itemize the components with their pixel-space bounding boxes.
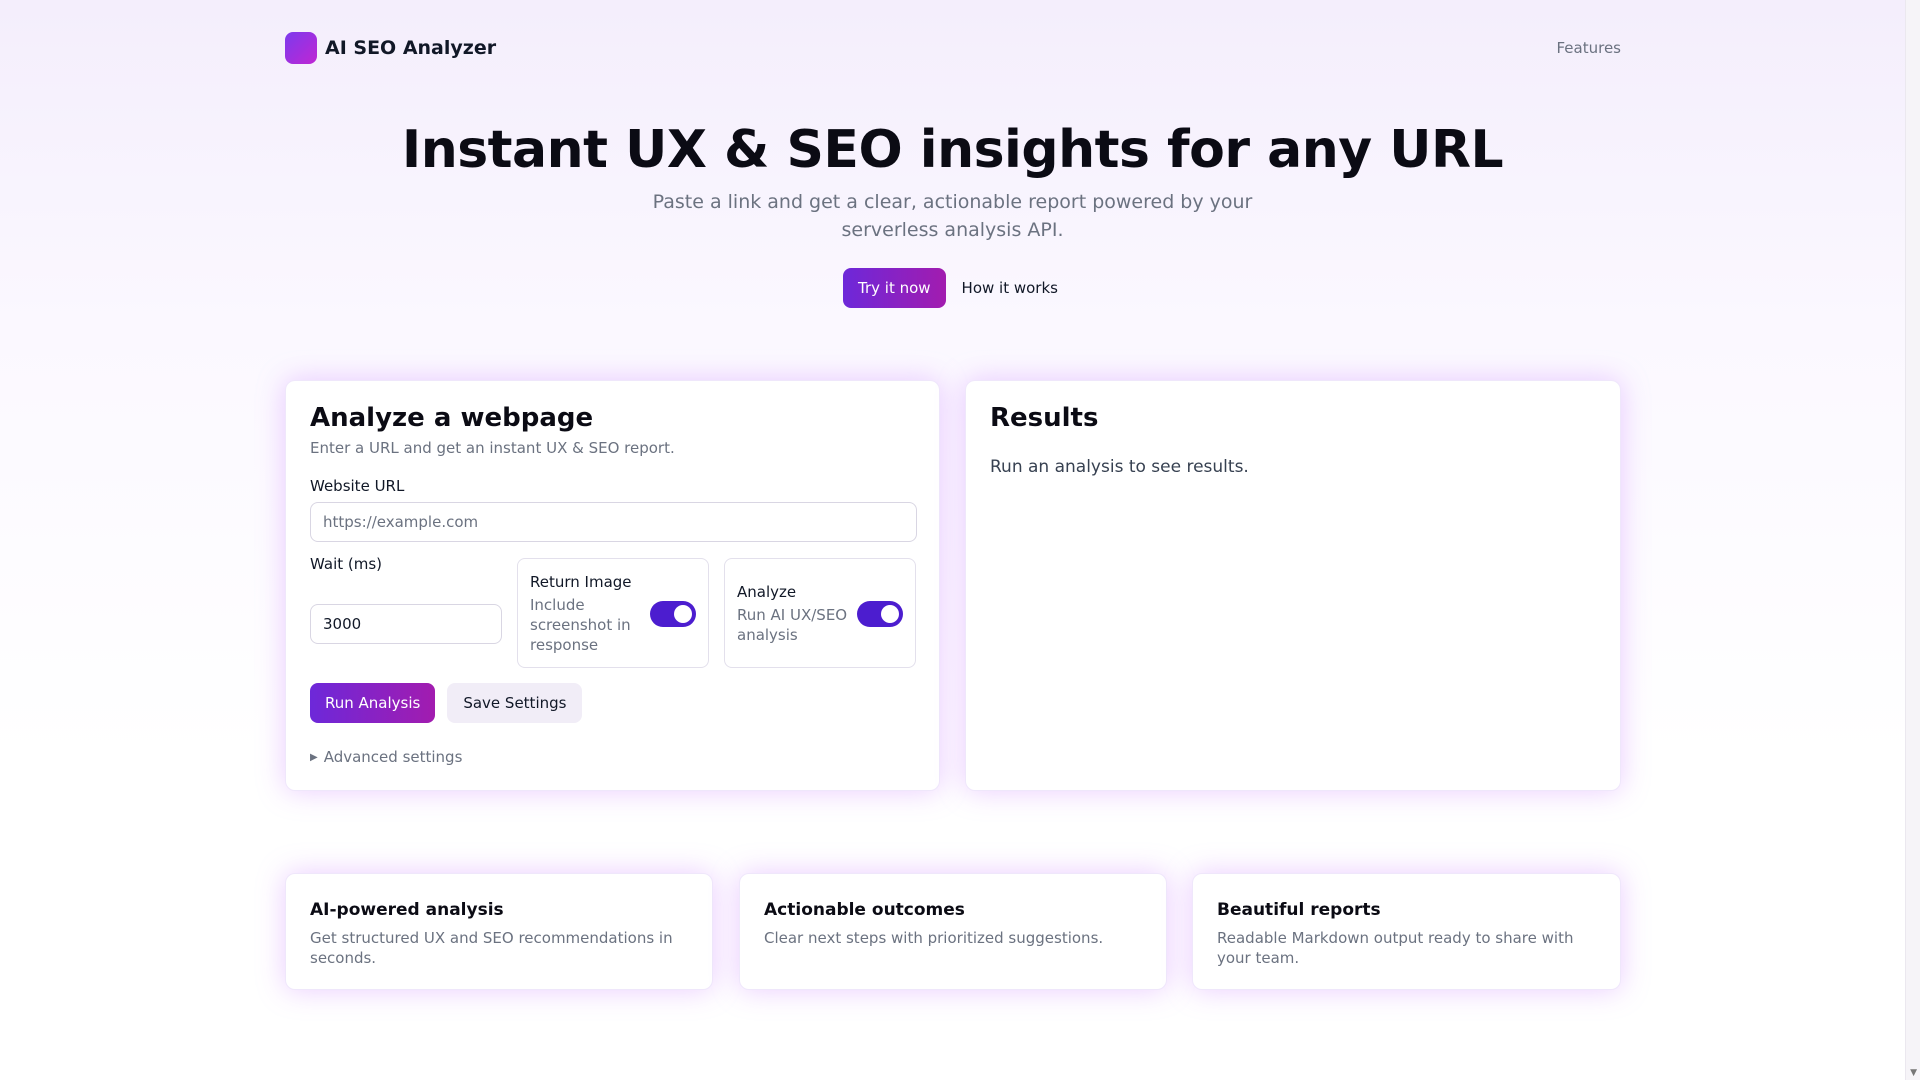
site-header: AI SEO Analyzer Features xyxy=(285,30,1621,66)
feature-card: Beautiful reports Readable Markdown outp… xyxy=(1192,873,1621,990)
url-label: Website URL xyxy=(310,477,405,495)
wait-label: Wait (ms) xyxy=(310,555,383,573)
url-input[interactable] xyxy=(310,502,917,542)
feature-title: Beautiful reports xyxy=(1217,900,1381,920)
feature-desc: Clear next steps with prioritized sugges… xyxy=(764,929,1104,947)
how-it-works-button[interactable]: How it works xyxy=(958,268,1062,308)
feature-title: AI-powered analysis xyxy=(310,900,504,920)
toggle-knob xyxy=(674,605,692,623)
results-title: Results xyxy=(990,403,1099,433)
return-image-desc: Include screenshot in response xyxy=(530,596,631,654)
logo-icon xyxy=(285,32,317,64)
toggle-knob xyxy=(881,605,899,623)
analyze-subtitle: Enter a URL and get an instant UX & SEO … xyxy=(310,439,675,457)
advanced-settings-label: Advanced settings xyxy=(323,748,463,766)
analyze-option: Analyze Run AI UX/SEO analysis xyxy=(724,558,916,668)
advanced-settings-toggle[interactable]: ▶ Advanced settings xyxy=(310,748,462,766)
brand-name: AI SEO Analyzer xyxy=(325,37,497,59)
results-empty-text: Run an analysis to see results. xyxy=(990,457,1249,477)
hero-title: Instant UX & SEO insights for any URL xyxy=(401,120,1504,180)
wait-input[interactable] xyxy=(310,604,502,644)
results-card: Results Run an analysis to see results. xyxy=(965,380,1621,791)
return-image-toggle[interactable] xyxy=(650,601,696,627)
action-row: Run Analysis Save Settings xyxy=(310,683,583,723)
feature-desc: Readable Markdown output ready to share … xyxy=(1217,929,1574,967)
analyze-option-desc: Run AI UX/SEO analysis xyxy=(737,606,848,644)
run-analysis-button[interactable]: Run Analysis xyxy=(310,683,436,723)
feature-title: Actionable outcomes xyxy=(764,900,965,920)
try-it-now-button[interactable]: Try it now xyxy=(843,268,946,308)
brand[interactable]: AI SEO Analyzer xyxy=(285,32,496,64)
page: AI SEO Analyzer Features Instant UX & SE… xyxy=(0,0,1905,1080)
analyze-title: Analyze a webpage xyxy=(310,403,594,433)
vertical-scrollbar[interactable]: ▼ xyxy=(1905,0,1920,1080)
analyze-toggle[interactable] xyxy=(857,601,903,627)
hero-subtitle: Paste a link and get a clear, actionable… xyxy=(652,191,1253,241)
analyze-option-title: Analyze xyxy=(737,583,797,601)
return-image-title: Return Image xyxy=(530,573,632,591)
analyze-option-text: Analyze Run AI UX/SEO analysis xyxy=(737,583,855,645)
feature-card: Actionable outcomes Clear next steps wit… xyxy=(739,873,1167,990)
return-image-text: Return Image Include screenshot in respo… xyxy=(530,573,648,655)
caret-right-icon: ▶ xyxy=(310,751,318,763)
nav-link-features[interactable]: Features xyxy=(1557,39,1622,57)
hero-actions: Try it now How it works xyxy=(0,268,1905,308)
return-image-option: Return Image Include screenshot in respo… xyxy=(517,558,709,668)
feature-desc: Get structured UX and SEO recommendation… xyxy=(310,929,673,967)
save-settings-button[interactable]: Save Settings xyxy=(447,683,583,723)
analyze-card: Analyze a webpage Enter a URL and get an… xyxy=(285,380,940,791)
feature-card: AI-powered analysis Get structured UX an… xyxy=(285,873,713,990)
scroll-down-icon[interactable]: ▼ xyxy=(1910,1068,1917,1078)
